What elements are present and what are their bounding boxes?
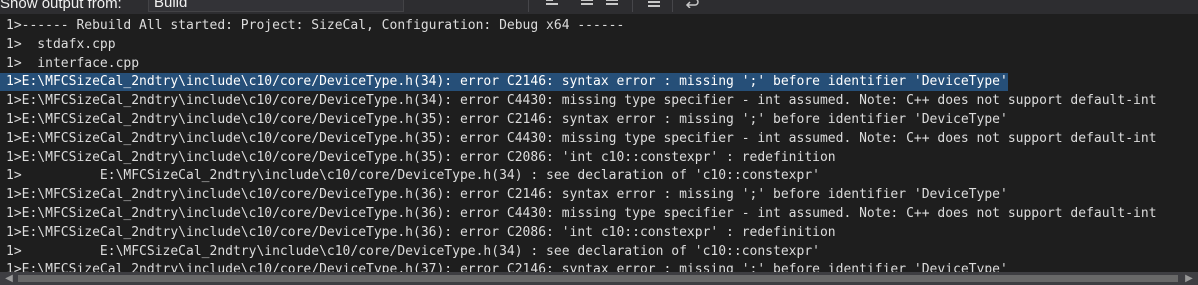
- output-text-area[interactable]: 1>------ Rebuild All started: Project: S…: [0, 14, 1198, 272]
- output-line[interactable]: 1> stdafx.cpp: [6, 36, 116, 54]
- go-to-next-message-icon[interactable]: [603, 0, 621, 12]
- output-line[interactable]: 1>E:\MFCSizeCal_2ndtry\include\c10/core/…: [6, 111, 1008, 129]
- output-line[interactable]: 1> E:\MFCSizeCal_2ndtry\include\c10/core…: [6, 243, 820, 261]
- output-line[interactable]: 1> E:\MFCSizeCal_2ndtry\include\c10/core…: [6, 167, 820, 185]
- output-line[interactable]: 1>E:\MFCSizeCal_2ndtry\include\c10/core/…: [6, 261, 1008, 272]
- go-to-previous-message-icon[interactable]: [578, 0, 596, 12]
- scrollbar-thumb[interactable]: [18, 275, 1178, 282]
- toolbar-separator: [632, 0, 633, 12]
- output-line[interactable]: 1>E:\MFCSizeCal_2ndtry\include\c10/core/…: [6, 205, 1157, 223]
- clear-all-icon[interactable]: [645, 0, 663, 12]
- output-line[interactable]: 1>E:\MFCSizeCal_2ndtry\include\c10/core/…: [6, 186, 1008, 204]
- toolbar-separator: [672, 0, 673, 12]
- horizontal-scrollbar[interactable]: ◀ ▶: [0, 272, 1198, 285]
- scroll-left-icon[interactable]: ◀: [1, 272, 17, 285]
- toggle-word-wrap-icon[interactable]: [682, 0, 700, 12]
- show-output-from-label: Show output from:: [0, 0, 122, 12]
- output-toolbar: Show output from: Build: [0, 0, 1198, 14]
- output-source-select[interactable]: Build: [148, 0, 404, 12]
- find-message-icon[interactable]: [543, 0, 561, 12]
- output-line[interactable]: 1>------ Rebuild All started: Project: S…: [6, 17, 624, 35]
- toolbar-separator: [528, 0, 529, 12]
- output-line[interactable]: 1>E:\MFCSizeCal_2ndtry\include\c10/core/…: [6, 224, 836, 242]
- selected-output-line[interactable]: 1>E:\MFCSizeCal_2ndtry\include\c10/core/…: [0, 73, 1008, 92]
- output-line[interactable]: 1> interface.cpp: [6, 55, 139, 73]
- output-line[interactable]: 1>E:\MFCSizeCal_2ndtry\include\c10/core/…: [6, 92, 1157, 110]
- output-line[interactable]: 1>E:\MFCSizeCal_2ndtry\include\c10/core/…: [6, 130, 1157, 148]
- output-window: Show output from: Build 1>------ Rebuild…: [0, 0, 1198, 285]
- output-line[interactable]: 1>E:\MFCSizeCal_2ndtry\include\c10/core/…: [6, 149, 836, 167]
- scroll-right-icon[interactable]: ▶: [1181, 272, 1197, 285]
